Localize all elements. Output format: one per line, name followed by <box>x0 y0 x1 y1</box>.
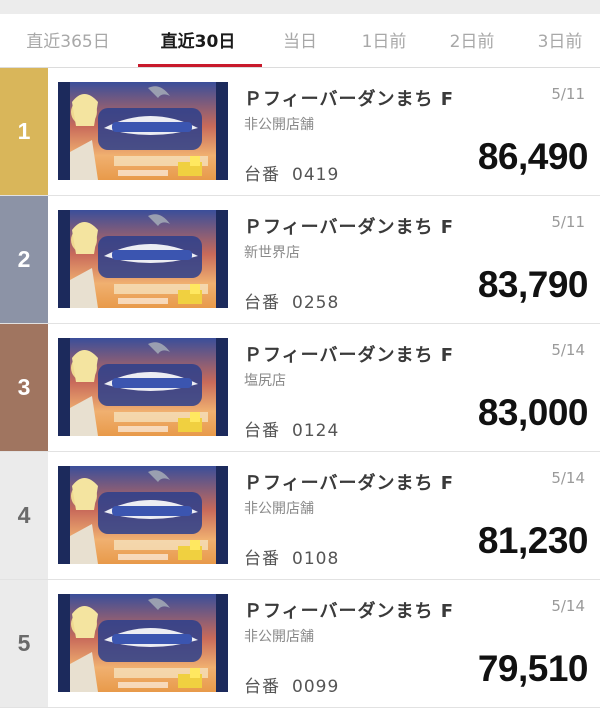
machine-number-value: 0108 <box>292 549 340 569</box>
ranking-row[interactable]: 5 Ｐフィーバーダンまち F 非公開店舗台番 0099 5/14 79,510 <box>0 580 600 708</box>
rank-badge: 3 <box>0 324 48 451</box>
machine-number: 台番 0258 <box>244 288 339 313</box>
ranking-row[interactable]: 3 Ｐフィーバーダンまち F 塩尻店台番 0124 5/14 83,000 <box>0 324 600 452</box>
machine-number-value: 0099 <box>292 677 340 697</box>
payout-value: 86,490 <box>477 136 589 177</box>
store-name: 非公開店舗 <box>244 629 314 645</box>
rank-badge: 1 <box>0 68 48 195</box>
rank-number: 3 <box>17 374 31 400</box>
payout-value: 83,000 <box>477 392 589 433</box>
machine-number: 台番 0099 <box>244 672 339 697</box>
tab-today[interactable]: 当日 <box>268 14 332 67</box>
machine-name: Ｐフィーバーダンまち F <box>244 345 455 366</box>
machine-number-label: 台番 <box>244 293 280 313</box>
ranking-row[interactable]: 1 Ｐフィーバーダンまち F 非公開店舗台番 0419 5/11 86,490 <box>0 68 600 196</box>
record-date: 5/11 <box>551 213 585 231</box>
machine-number-label: 台番 <box>244 677 280 697</box>
rank-number: 4 <box>17 502 31 528</box>
store-name: 新世界店 <box>244 245 300 261</box>
payout-value: 81,230 <box>477 520 589 561</box>
machine-thumbnail[interactable] <box>58 466 228 564</box>
period-tab-bar: 直近365日 直近30日 当日 1日前 2日前 3日前 <box>0 14 600 68</box>
tab-last-30-days[interactable]: 直近30日 <box>148 14 248 67</box>
tab-last-365-days[interactable]: 直近365日 <box>18 14 118 67</box>
record-date: 5/11 <box>551 85 585 103</box>
active-tab-indicator <box>138 64 262 67</box>
record-date: 5/14 <box>551 469 585 487</box>
ranking-row[interactable]: 4 Ｐフィーバーダンまち F 非公開店舗台番 0108 5/14 81,230 <box>0 452 600 580</box>
machine-thumbnail[interactable] <box>58 594 228 692</box>
tab-1-day-ago[interactable]: 1日前 <box>352 14 416 67</box>
machine-number-label: 台番 <box>244 549 280 569</box>
machine-number: 台番 0419 <box>244 160 339 185</box>
record-date: 5/14 <box>551 597 585 615</box>
machine-name: Ｐフィーバーダンまち F <box>244 601 455 622</box>
machine-number-label: 台番 <box>244 421 280 441</box>
machine-thumbnail[interactable] <box>58 210 228 308</box>
store-name: 塩尻店 <box>244 373 286 389</box>
machine-number-value: 0419 <box>292 165 340 185</box>
rank-badge: 2 <box>0 196 48 323</box>
machine-name: Ｐフィーバーダンまち F <box>244 473 455 494</box>
machine-thumbnail[interactable] <box>58 82 228 180</box>
machine-name: Ｐフィーバーダンまち F <box>244 89 455 110</box>
rank-badge: 4 <box>0 452 48 579</box>
rank-badge: 5 <box>0 580 48 707</box>
machine-name: Ｐフィーバーダンまち F <box>244 217 455 238</box>
ranking-list: 1 Ｐフィーバーダンまち F 非公開店舗 台番 0419 5/11 86,490 2 Ｐフィーバ… <box>0 68 600 708</box>
payout-value: 79,510 <box>477 648 589 689</box>
machine-thumbnail[interactable] <box>58 338 228 436</box>
payout-value: 83,790 <box>477 264 589 305</box>
record-date: 5/14 <box>551 341 585 359</box>
rank-number: 2 <box>17 246 31 272</box>
tab-2-days-ago[interactable]: 2日前 <box>440 14 504 67</box>
tab-3-days-ago[interactable]: 3日前 <box>528 14 592 67</box>
ranking-row[interactable]: 2 Ｐフィーバーダンまち F 新世界店台番 0258 5/11 83,790 <box>0 196 600 324</box>
rank-number: 5 <box>17 630 31 656</box>
machine-number-label: 台番 <box>244 165 280 185</box>
top-status-strip <box>0 0 600 14</box>
machine-number-value: 0124 <box>292 421 340 441</box>
store-name: 非公開店舗 <box>244 117 314 133</box>
rank-number: 1 <box>17 118 31 144</box>
machine-number: 台番 0124 <box>244 416 339 441</box>
machine-number-value: 0258 <box>292 293 340 313</box>
store-name: 非公開店舗 <box>244 501 314 517</box>
machine-number: 台番 0108 <box>244 544 339 569</box>
